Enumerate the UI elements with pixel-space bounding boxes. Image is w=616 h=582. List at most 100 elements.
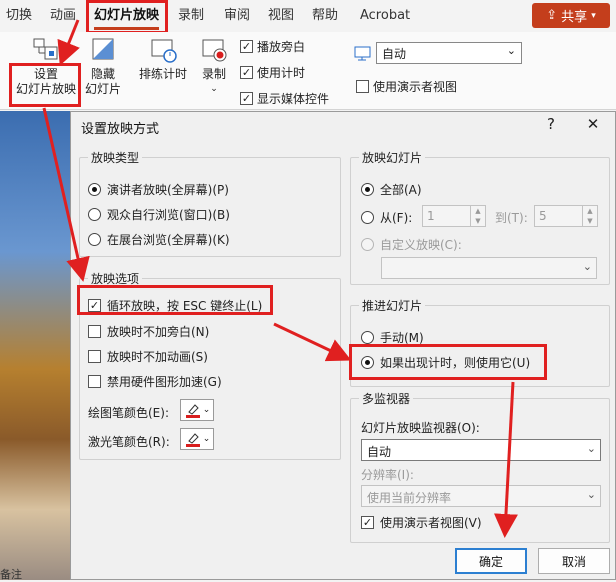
spin-up-icon: ▲: [587, 207, 593, 215]
pen-icon: [185, 404, 200, 418]
checkbox-box: [356, 80, 369, 93]
loop-checkbox[interactable]: ✓ 循环放映，按 ESC 键终止(L): [88, 297, 262, 314]
cancel-button[interactable]: 取消: [538, 548, 610, 574]
tab-record[interactable]: 录制: [178, 6, 204, 26]
slide-photo: [0, 111, 70, 580]
no-narration-checkbox[interactable]: 放映时不加旁白(N): [88, 323, 209, 340]
radio-from[interactable]: 从(F):: [361, 209, 412, 226]
radio-kiosk-label: 在展台浏览(全屏幕)(K): [107, 233, 230, 247]
to-value: 5: [539, 209, 547, 223]
ribbon-presenter-view-label: 使用演示者视图: [373, 80, 458, 94]
to-label: 到(T):: [495, 211, 528, 225]
spin-down-icon: ▼: [475, 217, 481, 225]
share-button[interactable]: ⇪ 共享 ▾: [532, 3, 610, 28]
ok-button[interactable]: 确定: [455, 548, 527, 574]
radio-from-label: 从(F):: [380, 211, 413, 225]
show-options-title: 放映选项: [88, 270, 143, 287]
show-options-group: 放映选项 ✓ 循环放映，按 ESC 键终止(L) 放映时不加旁白(N) 放映时不…: [79, 270, 341, 460]
radio-window[interactable]: 观众自行浏览(窗口)(B): [88, 206, 230, 223]
record-button[interactable]: 录制 ⌄: [194, 38, 234, 97]
show-media-checkbox[interactable]: ✓ 显示媒体控件: [240, 90, 329, 107]
radio-custom[interactable]: 自定义放映(C):: [361, 236, 462, 253]
radio-circle: [88, 208, 101, 221]
tab-slideshow[interactable]: 幻灯片放映: [94, 6, 160, 30]
chevron-down-icon: ⌄: [586, 442, 596, 455]
pen-color-button[interactable]: ⌄: [180, 399, 214, 421]
pen-color-label: 绘图笔颜色(E):: [88, 406, 169, 420]
monitor-select-value: 自动: [382, 47, 407, 61]
radio-circle: [88, 183, 101, 196]
radio-circle: [361, 331, 374, 344]
radio-use-timings[interactable]: 如果出现计时，则使用它(U): [361, 354, 530, 371]
checkbox-box: ✓: [240, 66, 253, 79]
chevron-down-icon: ⌄: [506, 44, 516, 57]
rehearse-timings-button[interactable]: 排练计时: [134, 38, 192, 82]
radio-all[interactable]: 全部(A): [361, 181, 422, 198]
multi-monitor-title: 多监视器: [359, 390, 414, 407]
to-spinner[interactable]: 5 ▲ ▼: [534, 205, 598, 227]
checkbox-box: [88, 325, 101, 338]
spinner-buttons[interactable]: ▲ ▼: [470, 206, 485, 226]
tab-view[interactable]: 视图: [268, 6, 294, 26]
share-icon: ⇪: [546, 8, 558, 23]
radio-kiosk[interactable]: 在展台浏览(全屏幕)(K): [88, 231, 230, 248]
record-label: 录制: [201, 67, 226, 81]
spinner-buttons[interactable]: ▲ ▼: [582, 206, 597, 226]
radio-use-timings-label: 如果出现计时，则使用它(U): [380, 356, 531, 370]
radio-presenter-label: 演讲者放映(全屏幕)(P): [107, 183, 229, 197]
multi-monitor-group: 多监视器 幻灯片放映监视器(O): 自动 ⌄ 分辨率(I): 使用当前分辨率 ⌄…: [350, 390, 610, 543]
laser-color-button[interactable]: ⌄: [180, 428, 214, 450]
chevron-down-icon: ⌄: [202, 434, 211, 444]
hide-slide-button[interactable]: 隐藏 幻灯片: [82, 36, 124, 97]
tab-review[interactable]: 审阅: [224, 6, 250, 26]
tab-acrobat[interactable]: Acrobat: [360, 6, 410, 26]
radio-circle: [361, 211, 374, 224]
pen-icon: [185, 433, 200, 447]
radio-window-label: 观众自行浏览(窗口)(B): [107, 208, 230, 222]
advance-slides-group: 推进幻灯片 手动(M) 如果出现计时，则使用它(U): [350, 297, 610, 387]
show-type-title: 放映类型: [88, 149, 143, 166]
from-value: 1: [427, 209, 435, 223]
tab-transitions[interactable]: 切换: [6, 6, 32, 26]
custom-show-select[interactable]: ⌄: [381, 257, 597, 279]
checkbox-box: ✓: [240, 92, 253, 105]
use-timings-label: 使用计时: [257, 66, 306, 80]
show-type-group: 放映类型 演讲者放映(全屏幕)(P) 观众自行浏览(窗口)(B) 在展台浏览(全…: [79, 149, 341, 257]
hide-line2: 幻灯片: [84, 82, 121, 96]
radio-presenter[interactable]: 演讲者放映(全屏幕)(P): [88, 181, 229, 198]
tab-help[interactable]: 帮助: [312, 6, 338, 26]
resolution-select[interactable]: 使用当前分辨率 ⌄: [361, 485, 601, 507]
monitor-select[interactable]: 自动 ⌄: [376, 42, 522, 64]
from-spinner[interactable]: 1 ▲ ▼: [422, 205, 486, 227]
radio-circle: [88, 233, 101, 246]
setup-slideshow-button[interactable]: 设置 幻灯片放映: [14, 36, 78, 97]
resolution-value: 使用当前分辨率: [367, 491, 452, 505]
no-animation-checkbox[interactable]: 放映时不加动画(S): [88, 348, 208, 365]
play-narration-label: 播放旁白: [257, 40, 306, 54]
monitor-icon: [354, 46, 371, 61]
show-media-label: 显示媒体控件: [257, 92, 330, 106]
chevron-down-icon: ▾: [591, 10, 596, 21]
help-button[interactable]: ?: [541, 115, 561, 133]
setup-line1: 设置: [33, 67, 58, 81]
monitor-label: 幻灯片放映监视器(O):: [361, 421, 480, 435]
ribbon: 设置 幻灯片放映 隐藏 幻灯片 排练计时 录制 ⌄ ✓ 播放旁白 ✓ 使用计时: [0, 32, 616, 110]
close-icon[interactable]: ✕: [583, 115, 603, 133]
radio-circle: [361, 356, 374, 369]
ribbon-presenter-view-checkbox[interactable]: 使用演示者视图: [356, 78, 457, 95]
record-icon: [202, 39, 227, 62]
laser-color-label: 激光笔颜色(R):: [88, 435, 170, 449]
tab-animations[interactable]: 动画: [50, 6, 76, 26]
play-narration-checkbox[interactable]: ✓ 播放旁白: [240, 38, 305, 55]
checkbox-box: [88, 350, 101, 363]
radio-custom-label: 自定义放映(C):: [380, 238, 462, 252]
ribbon-tab-bar: 切换 动画 幻灯片放映 录制 审阅 视图 帮助 Acrobat ⇪ 共享 ▾: [0, 0, 616, 32]
dialog-title: 设置放映方式: [81, 122, 160, 137]
radio-manual[interactable]: 手动(M): [361, 329, 424, 346]
use-timings-checkbox[interactable]: ✓ 使用计时: [240, 64, 305, 81]
presenter-view-checkbox[interactable]: ✓ 使用演示者视图(V): [361, 514, 482, 531]
disable-hw-accel-checkbox[interactable]: 禁用硬件图形加速(G): [88, 373, 222, 390]
resolution-label: 分辨率(I):: [361, 468, 414, 482]
checkbox-box: [88, 375, 101, 388]
slideshow-monitor-select[interactable]: 自动 ⌄: [361, 439, 601, 461]
